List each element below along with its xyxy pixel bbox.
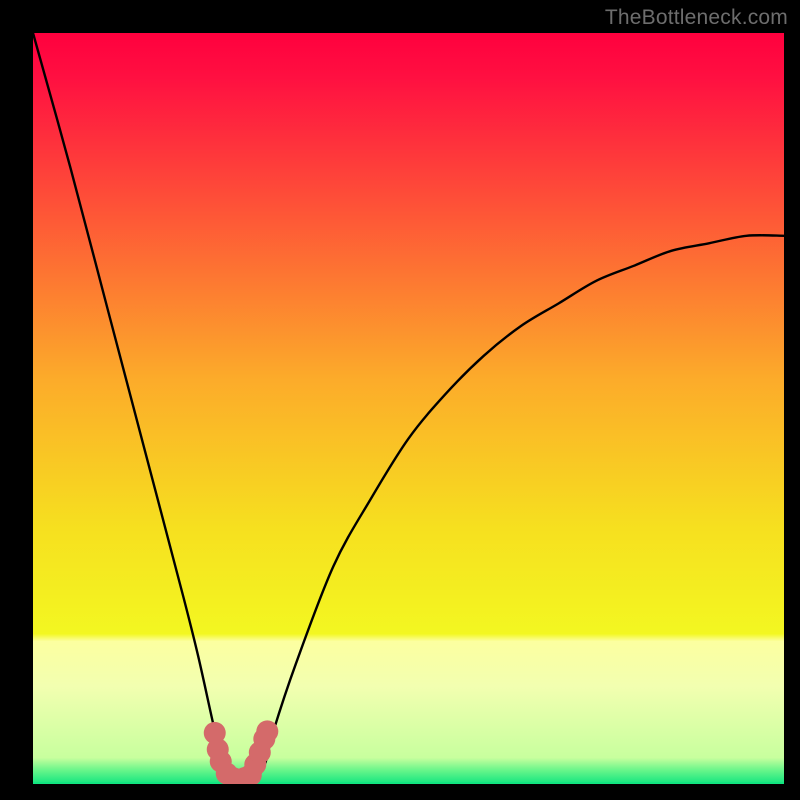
- bottleneck-curve-chart: [33, 33, 784, 784]
- plot-background: [33, 33, 784, 784]
- chart-frame: TheBottleneck.com: [0, 0, 800, 800]
- highlight-point: [256, 720, 278, 742]
- watermark-text: TheBottleneck.com: [605, 6, 788, 30]
